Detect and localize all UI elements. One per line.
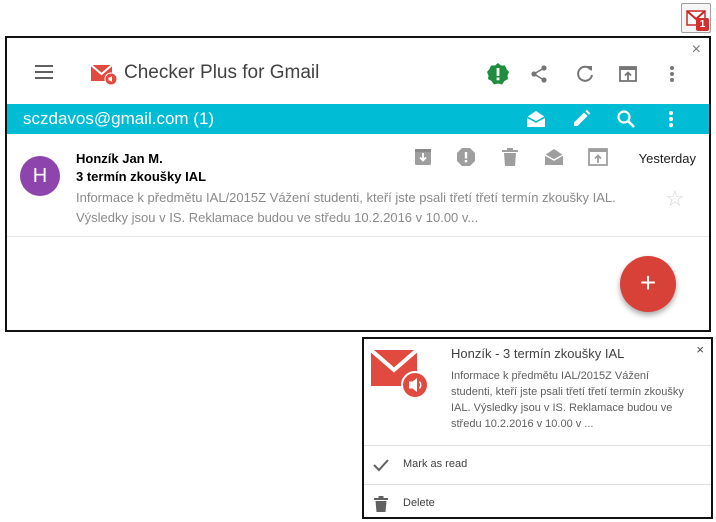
mark-as-read-label: Mark as read [403, 458, 468, 470]
checker-plus-popup: × Checker Plus for Gmail sczdavos@gmail.… [5, 36, 711, 332]
compose-fab-button[interactable]: + [620, 256, 676, 312]
email-date: Yesterday [638, 151, 696, 166]
account-more-icon[interactable] [658, 106, 684, 132]
check-icon [372, 456, 390, 474]
compose-icon[interactable] [568, 106, 594, 132]
trash-icon [372, 495, 390, 513]
delete-label: Delete [403, 497, 435, 509]
unread-count-badge: 1 [696, 18, 709, 31]
archive-icon[interactable] [412, 146, 434, 168]
delete-action[interactable]: Delete [364, 485, 711, 522]
popup-header: Checker Plus for Gmail [7, 52, 709, 96]
desktop-notification: × Honzík - 3 termín zkoušky IAL Informac… [362, 337, 713, 519]
star-icon[interactable]: ☆ [665, 188, 685, 210]
extension-toolbar-button[interactable]: 1 [681, 3, 711, 33]
open-in-tab-icon[interactable] [614, 60, 642, 88]
spam-icon[interactable] [455, 146, 477, 168]
share-icon[interactable] [525, 60, 553, 88]
sender-avatar: H [20, 156, 60, 196]
app-logo-icon [90, 64, 118, 85]
email-subject: 3 termín zkoušky IAL [76, 169, 207, 184]
mark-read-icon[interactable] [543, 146, 565, 168]
notification-app-icon [369, 348, 429, 399]
notification-body: Informace k předmětu IAL/2015Z Vážení st… [451, 370, 684, 430]
mark-as-read-action[interactable]: Mark as read [364, 446, 711, 484]
email-row[interactable]: H Honzík Jan M. 3 termín zkoušky IAL Inf… [7, 144, 709, 237]
notification-title: Honzík - 3 termín zkoušky IAL [451, 346, 625, 361]
email-sender: Honzík Jan M. [76, 151, 163, 166]
refresh-icon[interactable] [571, 60, 599, 88]
more-vert-icon[interactable] [658, 60, 686, 88]
account-email[interactable]: sczdavos@gmail.com (1) [23, 109, 214, 129]
open-email-icon[interactable] [587, 146, 609, 168]
notification-close-button[interactable]: × [696, 342, 704, 357]
email-snippet: Informace k předmětu IAL/2015Z Vážení st… [76, 190, 616, 225]
account-bar: sczdavos@gmail.com (1) [7, 104, 709, 134]
important-icon[interactable] [484, 60, 512, 88]
menu-icon[interactable] [35, 65, 53, 83]
mark-all-read-icon[interactable] [523, 106, 549, 132]
app-title: Checker Plus for Gmail [124, 62, 320, 83]
search-icon[interactable] [613, 106, 639, 132]
delete-icon[interactable] [499, 146, 521, 168]
